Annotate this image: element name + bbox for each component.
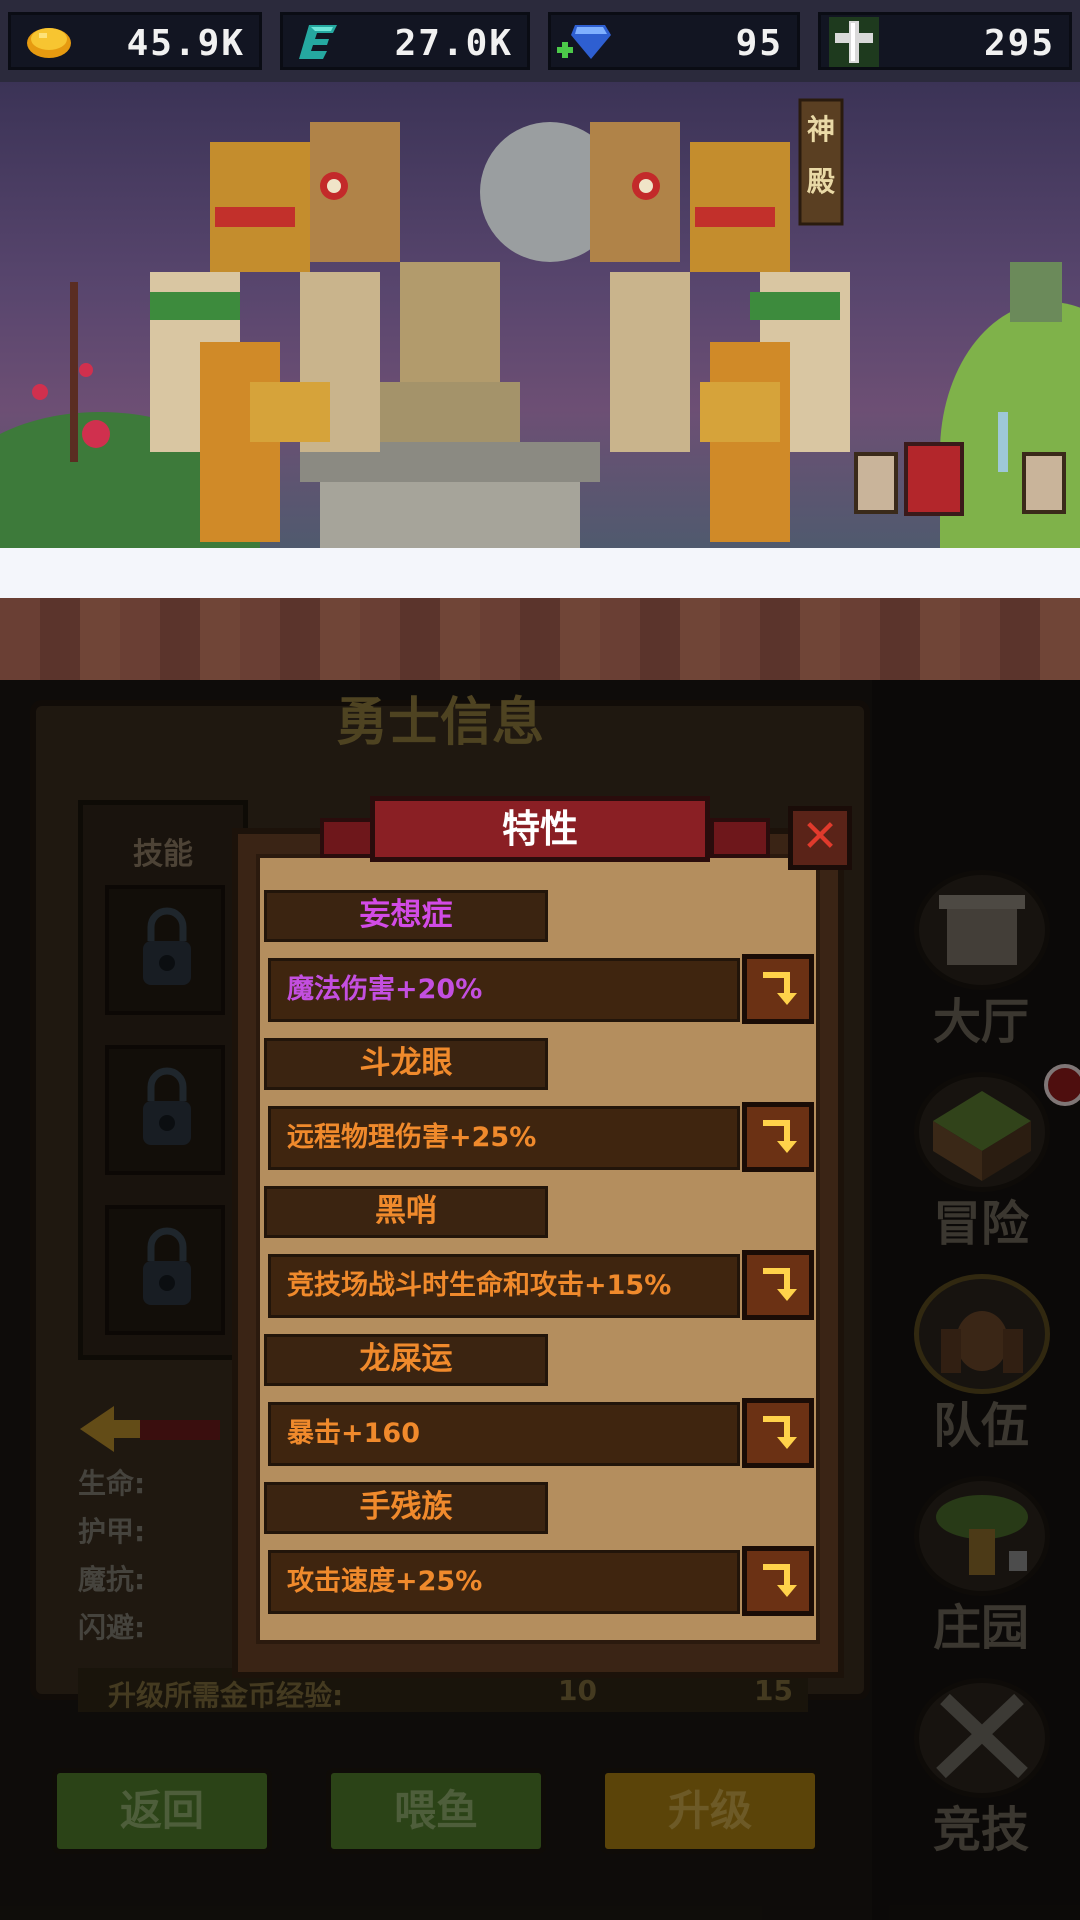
temple-scene: 神 殿 <box>0 82 1080 550</box>
trait-effect-5: 攻击速度+25% <box>268 1550 740 1614</box>
gold-counter: 45.9K <box>8 12 262 70</box>
energy-counter: 27.0K <box>280 12 530 70</box>
trait-name-1: 妄想症 <box>264 890 548 942</box>
trait-name-3: 黑哨 <box>264 1186 548 1238</box>
trait-reroll-button-2[interactable] <box>742 1102 814 1172</box>
trait-name-2: 斗龙眼 <box>264 1038 548 1090</box>
trait-reroll-button-4[interactable] <box>742 1398 814 1468</box>
dirt-ground <box>0 598 1080 680</box>
energy-e-icon <box>299 25 337 59</box>
close-button[interactable]: ✕ <box>788 806 852 870</box>
ribbon-tail-right <box>710 818 770 858</box>
reroll-arrow-icon <box>763 1416 797 1449</box>
gems-counter: 95 <box>548 12 800 70</box>
traits-popup-header: 特性 <box>370 796 710 862</box>
close-icon: ✕ <box>801 811 839 862</box>
trait-name-5: 手残族 <box>264 1482 548 1534</box>
reroll-arrow-icon <box>763 972 797 1005</box>
reroll-arrow-icon <box>763 1268 797 1301</box>
trait-reroll-button-5[interactable] <box>742 1546 814 1616</box>
gold-nugget-icon <box>27 28 71 58</box>
gold-value: 45.9K <box>126 23 245 64</box>
traits-popup-title: 特性 <box>501 807 578 851</box>
reroll-arrow-icon <box>763 1120 797 1153</box>
trait-effect-3: 竞技场战斗时生命和攻击+15% <box>268 1254 740 1318</box>
gems-value: 95 <box>735 23 783 64</box>
trait-reroll-button-1[interactable] <box>742 954 814 1024</box>
cross-counter: 295 <box>818 12 1072 70</box>
temple-sign-text: 神 殿 <box>806 113 835 198</box>
blue-gem-icon <box>557 25 611 59</box>
trait-reroll-button-3[interactable] <box>742 1250 814 1320</box>
trait-effect-4: 暴击+160 <box>268 1402 740 1466</box>
game-screen: 45.9K 27.0K 95 295 神 殿 勇士信息 技能 生命: 护甲: 魔… <box>0 0 1080 1920</box>
temple <box>32 98 1066 550</box>
trait-name-4: 龙屎运 <box>264 1334 548 1386</box>
trait-effect-2: 远程物理伤害+25% <box>268 1106 740 1170</box>
energy-value: 27.0K <box>394 23 513 64</box>
trait-effect-1: 魔法伤害+20% <box>268 958 740 1022</box>
resource-bar: 45.9K 27.0K 95 295 <box>0 0 1080 82</box>
cross-value: 295 <box>983 23 1055 64</box>
reroll-arrow-icon <box>763 1564 797 1597</box>
silver-cross-icon <box>829 17 879 67</box>
